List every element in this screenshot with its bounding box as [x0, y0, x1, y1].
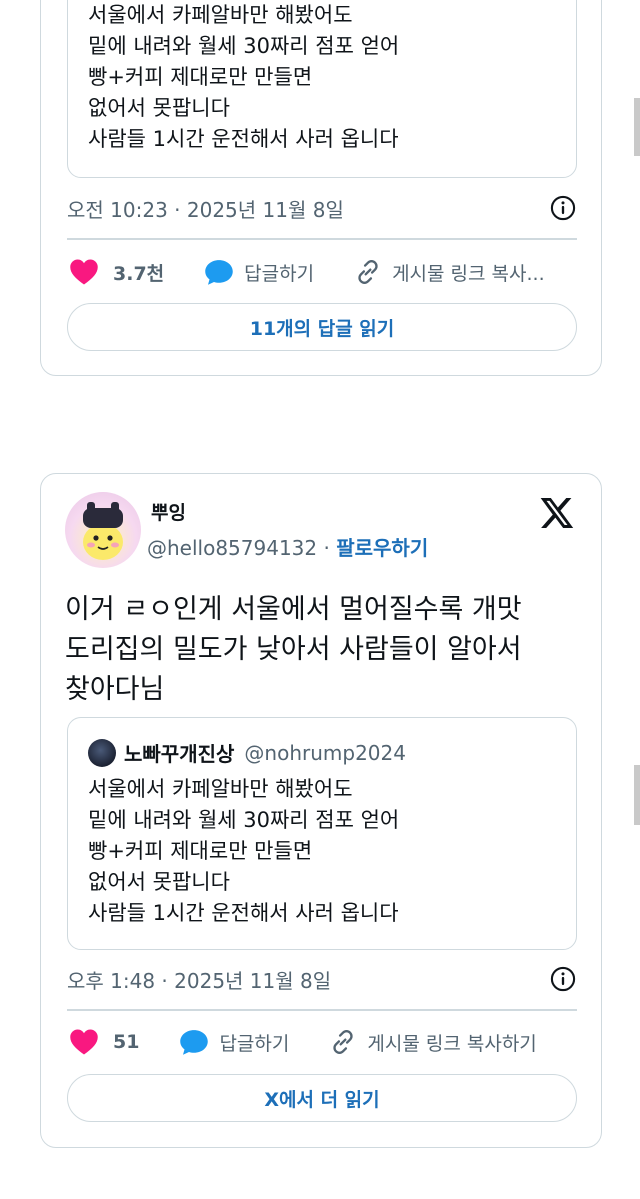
follow-button[interactable]: 팔로우하기: [336, 536, 428, 560]
tweet-card-top[interactable]: 서울에서 카페알바만 해봤어도 밑에 내려와 월세 30짜리 점포 얻어 빵+커…: [40, 0, 602, 376]
reply-button[interactable]: 답글하기: [179, 1028, 289, 1056]
like-button[interactable]: 3.7천: [69, 258, 164, 286]
like-count: 51: [113, 1031, 140, 1053]
copy-link-button[interactable]: 게시물 링크 복사...: [354, 258, 545, 286]
display-name[interactable]: 뿌잉: [151, 498, 186, 525]
reply-label: 답글하기: [244, 262, 315, 285]
reply-label: 답글하기: [219, 1032, 290, 1055]
heart-icon: [70, 259, 98, 285]
quote-line: 서울에서 카페알바만 해봤어도: [88, 3, 353, 27]
copy-link-label: 게시물 링크 복사하기: [367, 1032, 537, 1055]
tweet-line: 찾아다님: [65, 674, 165, 705]
quoted-tweet-text: 서울에서 카페알바만 해봤어도 밑에 내려와 월세 30짜리 점포 얻어 빵+커…: [88, 0, 399, 155]
quote-line: 서울에서 카페알바만 해봤어도: [88, 777, 353, 801]
quote-line: 빵+커피 제대로만 만들면: [88, 839, 313, 863]
copy-link-button[interactable]: 게시물 링크 복사하기: [329, 1028, 537, 1056]
quote-author-handle: @nohrump2024: [244, 740, 406, 765]
quote-line: 빵+커피 제대로만 만들면: [88, 65, 313, 89]
meta-row: 오전 10:23 · 2025년 11월 8일: [67, 191, 577, 225]
avatar[interactable]: [65, 492, 141, 568]
quote-author-name: 노빠꾸개진상: [124, 742, 235, 766]
tweet-text: 이거 ㄹㅇ인게 서울에서 멀어질수록 개맛 도리집의 밀도가 낮아서 사람들이 …: [65, 590, 585, 710]
meta-row: 오후 1:48 · 2025년 11월 8일: [67, 962, 577, 996]
user-handle[interactable]: @hello85794132: [147, 536, 317, 560]
info-icon[interactable]: [549, 965, 577, 993]
character-avatar-art: [83, 502, 123, 560]
page: 서울에서 카페알바만 해봤어도 밑에 내려와 월세 30짜리 점포 얻어 빵+커…: [0, 0, 640, 1199]
quoted-tweet-box[interactable]: 서울에서 카페알바만 해봤어도 밑에 내려와 월세 30짜리 점포 얻어 빵+커…: [67, 0, 577, 178]
link-icon: [333, 1030, 354, 1054]
quote-line: 없어서 못팝니다: [88, 96, 230, 120]
handle-line: @hello85794132 · 팔로우하기: [147, 532, 428, 561]
quote-line: 없어서 못팝니다: [88, 870, 230, 894]
copy-link-label: 게시물 링크 복사...: [392, 262, 545, 285]
quote-line: 밑에 내려와 월세 30짜리 점포 얻어: [88, 808, 400, 832]
tweet-card-bottom[interactable]: 뿌잉 @hello85794132 · 팔로우하기 이거 ㄹㅇ인게 서울에서 멀…: [40, 473, 602, 1148]
timestamp[interactable]: 오후 1:48 · 2025년 11월 8일: [67, 965, 331, 994]
read-more-on-x-button[interactable]: X에서 더 읽기: [67, 1074, 577, 1122]
quote-author: 노빠꾸개진상 @nohrump2024: [88, 738, 406, 767]
reply-button[interactable]: 답글하기: [204, 258, 314, 286]
quote-avatar: [88, 738, 116, 767]
x-logo-icon[interactable]: [539, 496, 575, 530]
quoted-tweet-box[interactable]: 노빠꾸개진상 @nohrump2024 서울에서 카페알바만 해봤어도 밑에 내…: [67, 717, 577, 950]
like-count: 3.7천: [113, 262, 165, 285]
action-bar: 51 답글하기 게시물 링크 복사하기: [69, 1025, 537, 1059]
divider: [67, 1009, 577, 1011]
quote-line: 사람들 1시간 운전해서 사러 옵니다: [88, 127, 399, 151]
chat-bubble-icon: [180, 1030, 209, 1055]
tweet-line: 도리집의 밀도가 낮아서 사람들이 알아서: [65, 634, 522, 665]
quote-line: 사람들 1시간 운전해서 사러 옵니다: [88, 901, 399, 925]
action-bar: 3.7천 답글하기 게시물 링크 복사...: [69, 255, 545, 289]
chat-bubble-icon: [205, 260, 233, 285]
read-replies-button[interactable]: 11개의 답글 읽기: [67, 303, 577, 351]
link-icon: [358, 260, 378, 284]
info-icon[interactable]: [549, 194, 577, 222]
separator: ·: [317, 536, 337, 560]
scroll-edge-mark: [634, 765, 640, 825]
tweet-line: 이거 ㄹㅇ인게 서울에서 멀어질수록 개맛: [65, 594, 522, 625]
like-button[interactable]: 51: [69, 1028, 139, 1056]
divider: [67, 238, 577, 240]
heart-icon: [70, 1029, 98, 1055]
quoted-tweet-text: 서울에서 카페알바만 해봤어도 밑에 내려와 월세 30짜리 점포 얻어 빵+커…: [88, 774, 399, 929]
timestamp[interactable]: 오전 10:23 · 2025년 11월 8일: [67, 194, 344, 223]
scroll-edge-mark: [634, 98, 640, 156]
quote-line: 밑에 내려와 월세 30짜리 점포 얻어: [88, 34, 400, 58]
